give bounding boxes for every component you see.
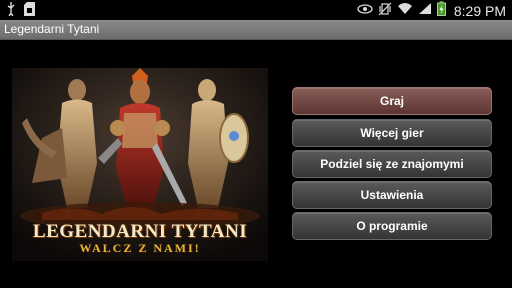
about-button[interactable]: O programie xyxy=(292,212,492,240)
clock: 8:29 PM xyxy=(453,3,506,19)
share-button[interactable]: Podziel się ze znajomymi xyxy=(292,150,492,178)
vibrate-icon xyxy=(378,2,392,21)
signal-icon xyxy=(418,2,432,20)
sd-card-icon xyxy=(24,2,35,21)
wifi-icon xyxy=(397,2,413,20)
status-bar: 8:29 PM xyxy=(0,0,512,20)
battery-charging-icon xyxy=(436,1,446,21)
app-title: Legendarni Tytani xyxy=(4,22,100,36)
app-title-bar: Legendarni Tytani xyxy=(0,20,512,40)
usb-icon xyxy=(6,2,16,21)
logo-title: LEGENDARNI TYTANI xyxy=(32,221,248,242)
settings-button[interactable]: Ustawienia xyxy=(292,181,492,209)
eye-icon xyxy=(357,2,373,20)
more-games-button[interactable]: Więcej gier xyxy=(292,119,492,147)
play-button[interactable]: Graj xyxy=(292,87,492,115)
game-banner: LEGENDARNI TYTANI WALCZ Z NAMI! xyxy=(12,68,268,261)
logo-subtitle: WALCZ Z NAMI! xyxy=(79,241,201,255)
